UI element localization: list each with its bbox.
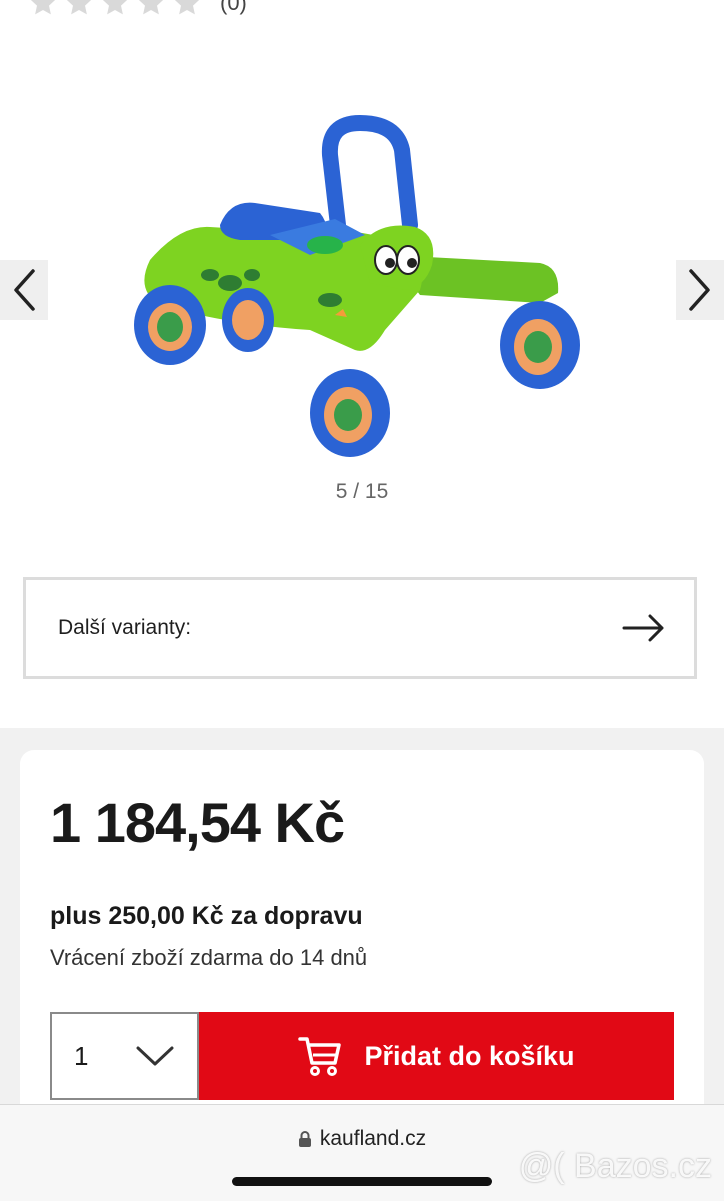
product-image[interactable] xyxy=(120,115,610,475)
rating-stars xyxy=(28,0,202,18)
home-indicator[interactable] xyxy=(232,1177,492,1186)
rating-count[interactable]: (0) xyxy=(220,0,247,16)
quantity-value: 1 xyxy=(74,1040,89,1071)
star-icon xyxy=(174,0,200,15)
chevron-down-icon xyxy=(136,1046,174,1066)
gallery-next-button[interactable] xyxy=(676,260,724,320)
variants-button[interactable]: Další varianty: xyxy=(23,577,697,679)
star-icon xyxy=(102,0,128,15)
browser-address-bar[interactable]: kaufland.cz @( Bazos.cz xyxy=(0,1104,724,1201)
chevron-right-icon xyxy=(689,269,710,311)
shipping-cost: plus 250,00 Kč za dopravu xyxy=(50,902,363,930)
cart-icon xyxy=(298,1037,342,1076)
star-icon xyxy=(66,0,92,15)
product-price: 1 184,54 Kč xyxy=(50,791,345,854)
quantity-select[interactable]: 1 xyxy=(50,1012,199,1100)
star-icon xyxy=(30,0,56,15)
lock-icon xyxy=(298,1131,311,1147)
rating: (0) xyxy=(28,0,247,18)
product-gallery: 5 / 15 xyxy=(0,60,724,530)
variants-label: Další varianty: xyxy=(58,616,192,639)
chevron-left-icon xyxy=(14,269,35,311)
returns-info: Vrácení zboží zdarma do 14 dnů xyxy=(50,945,368,970)
gallery-counter: 5 / 15 xyxy=(335,480,389,503)
add-to-cart-button[interactable]: Přidat do košíku xyxy=(199,1012,674,1100)
star-icon xyxy=(138,0,164,15)
url-text: kaufland.cz xyxy=(319,1127,427,1150)
add-to-cart-label: Přidat do košíku xyxy=(364,1040,575,1071)
buy-row: 1 Přidat do košíku xyxy=(50,1012,674,1100)
watermark: @( Bazos.cz xyxy=(518,1147,712,1185)
gallery-prev-button[interactable] xyxy=(0,260,48,320)
arrow-right-icon xyxy=(622,614,664,642)
